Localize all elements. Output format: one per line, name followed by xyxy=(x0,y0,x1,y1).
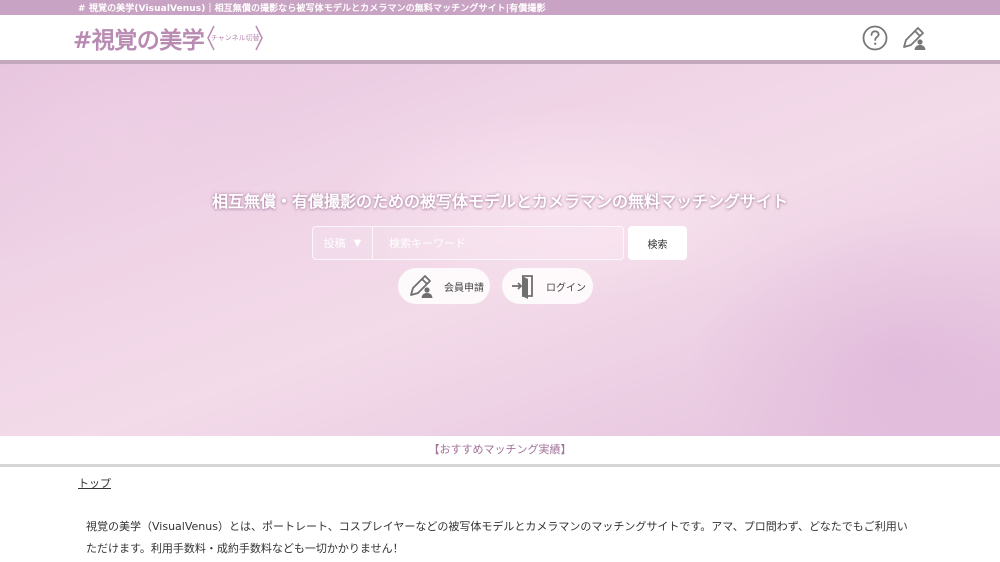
top-banner: # 視覚の美学(VisualVenus)｜相互無償の撮影なら被写体モデルとカメラ… xyxy=(0,0,1000,15)
login-door-icon xyxy=(512,275,533,299)
hero-section: 相互無償・有償撮影のための被写体モデルとカメラマンの無料マッチングサイト 投稿 … xyxy=(0,64,1000,436)
chevron-down-icon: ▼ xyxy=(353,237,362,249)
search-input[interactable] xyxy=(373,227,623,259)
login-label: ログイン xyxy=(546,282,586,294)
channel-switch-button[interactable]: チャンネル切替 xyxy=(206,24,264,52)
search-type-label: 投稿 xyxy=(323,237,346,250)
site-logo[interactable]: #視覚の美学 チャンネル切替 xyxy=(73,22,264,54)
site-description: 視覚の美学（VisualVenus）とは、ポートレート、コスプレイヤーなどの被写… xyxy=(86,520,908,555)
search-box: 投稿 ▼ xyxy=(312,226,624,260)
site-header: #視覚の美学 チャンネル切替 xyxy=(0,15,1000,60)
channel-switch-label: チャンネル切替 xyxy=(210,34,260,42)
hero-title: 相互無償・有償撮影のための被写体モデルとカメラマンの無料マッチングサイト xyxy=(211,192,788,211)
logo-text: #視覚の美学 xyxy=(73,28,205,54)
top-banner-text: # 視覚の美学(VisualVenus)｜相互無償の撮影なら被写体モデルとカメラ… xyxy=(78,4,546,14)
search-button[interactable]: 検索 xyxy=(628,226,687,260)
search-type-select[interactable]: 投稿 ▼ xyxy=(313,227,373,259)
recommend-link[interactable]: 【おすすめマッチング実績】 xyxy=(429,443,572,456)
recommend-bar: 【おすすめマッチング実績】 xyxy=(0,436,1000,464)
register-button[interactable]: 会員申請 xyxy=(398,268,490,304)
breadcrumb-top-link[interactable]: トップ xyxy=(78,475,111,491)
login-button[interactable]: ログイン xyxy=(502,268,593,304)
help-button[interactable] xyxy=(862,25,888,51)
pen-icon xyxy=(903,27,926,50)
register-label: 会員申請 xyxy=(444,282,484,294)
help-icon xyxy=(862,25,888,51)
register-header-button[interactable] xyxy=(900,25,926,51)
register-pen-icon xyxy=(410,275,433,298)
section-divider xyxy=(0,464,1000,467)
